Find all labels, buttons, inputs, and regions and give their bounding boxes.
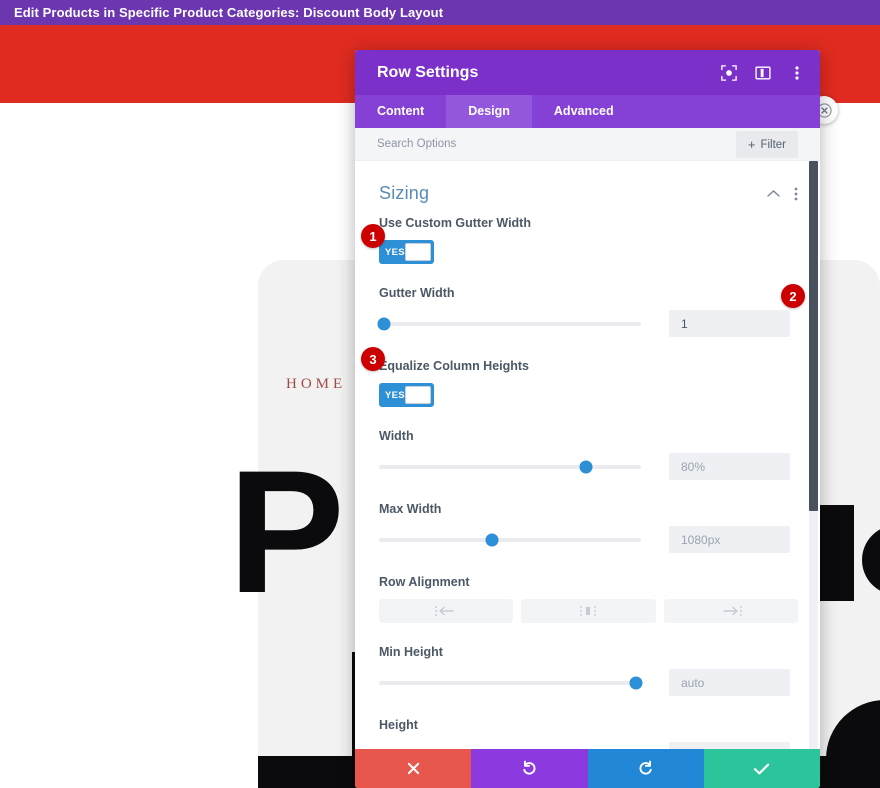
toggle-knob	[405, 243, 431, 261]
modal-scrollbar-thumb[interactable]	[809, 161, 818, 511]
tab-content[interactable]: Content	[355, 95, 446, 128]
admin-bar-title: Edit Products in Specific Product Catego…	[14, 5, 444, 20]
section-title: Sizing	[379, 183, 430, 203]
admin-bar: Edit Products in Specific Product Catego…	[0, 0, 880, 25]
toggle-state-label: YES	[385, 246, 405, 258]
width-input[interactable]: 80%	[669, 453, 790, 480]
field-gutter-width: Gutter Width 1	[355, 286, 820, 337]
chevron-up-icon[interactable]	[767, 189, 780, 198]
field-row-alignment: Row Alignment	[355, 575, 820, 623]
row-align-center-button[interactable]	[521, 599, 656, 623]
filter-button[interactable]: + Filter	[735, 131, 798, 158]
field-min-height: Min Height auto	[355, 645, 820, 696]
redo-icon	[639, 760, 652, 775]
field-height: Height auto	[355, 718, 820, 749]
tab-design[interactable]: Design	[446, 95, 532, 128]
gutter-width-slider[interactable]	[377, 314, 641, 334]
max-width-input[interactable]: 1080px	[669, 526, 790, 553]
focus-icon[interactable]	[720, 64, 738, 82]
field-equalize-column-heights: Equalize Column Heights YES	[355, 359, 820, 407]
cancel-button[interactable]	[355, 749, 472, 788]
align-center-icon	[580, 606, 597, 616]
min-height-slider[interactable]	[379, 673, 643, 693]
field-max-width: Max Width 1080px	[355, 502, 820, 553]
field-label: Equalize Column Heights	[379, 359, 530, 373]
row-align-right-button[interactable]	[663, 599, 798, 623]
layout-panel-icon[interactable]	[754, 64, 772, 82]
undo-button[interactable]	[471, 749, 588, 788]
row-align-left-button[interactable]	[379, 599, 514, 623]
gutter-width-input[interactable]: 1	[669, 310, 790, 337]
width-slider[interactable]	[379, 457, 641, 477]
modal-tabs: Content Design Advanced	[355, 95, 820, 128]
field-label: Use Custom Gutter Width	[379, 216, 531, 230]
field-label: Width	[379, 429, 414, 443]
toggle-state-label: YES	[385, 389, 405, 401]
plus-icon: +	[747, 137, 756, 152]
row-settings-modal: Row Settings Content Design Advanced Sea…	[355, 50, 820, 788]
section-sizing-header: Sizing	[355, 161, 820, 216]
annotation-badge-2: 2	[781, 284, 805, 308]
annotation-badge-3: 3	[361, 347, 385, 371]
filter-button-label: Filter	[760, 138, 786, 151]
field-label: Row Alignment	[379, 575, 470, 589]
undo-icon	[523, 760, 536, 775]
save-button[interactable]	[703, 749, 820, 788]
site-nav-home-link[interactable]: HOME	[286, 376, 346, 393]
check-icon	[754, 763, 770, 774]
modal-header: Row Settings	[355, 50, 820, 95]
field-label: Height	[379, 718, 418, 732]
tab-advanced[interactable]: Advanced	[532, 95, 636, 128]
align-left-icon	[435, 606, 454, 616]
field-use-custom-gutter-width: Use Custom Gutter Width YES	[355, 216, 820, 264]
field-width: Width 80%	[355, 429, 820, 480]
section-more-vertical-icon[interactable]	[794, 187, 798, 201]
annotation-badge-1: 1	[361, 224, 385, 248]
field-label: Gutter Width	[379, 286, 455, 300]
close-icon	[407, 762, 419, 775]
more-vertical-icon[interactable]	[788, 64, 806, 82]
height-input[interactable]: auto	[669, 742, 790, 749]
toggle-knob	[405, 386, 431, 404]
modal-header-icons	[720, 64, 806, 82]
height-slider[interactable]	[379, 746, 641, 750]
modal-title: Row Settings	[377, 63, 479, 81]
use-custom-gutter-width-toggle[interactable]: YES	[379, 240, 434, 264]
search-options-row: Search Options + Filter	[355, 128, 820, 161]
redo-button[interactable]	[587, 749, 704, 788]
modal-footer	[355, 749, 820, 788]
modal-body: Sizing Use Custom Gutter Width YES Gutte…	[355, 161, 820, 749]
min-height-input[interactable]: auto	[669, 669, 790, 696]
field-label: Max Width	[379, 502, 442, 516]
align-right-icon	[723, 606, 742, 616]
max-width-slider[interactable]	[379, 530, 641, 550]
site-headline-letter: P	[228, 435, 345, 630]
site-decor-bar	[820, 505, 854, 601]
screen: HOME P Edit Products in Specific Product…	[0, 0, 880, 788]
equalize-column-heights-toggle[interactable]: YES	[379, 383, 434, 407]
field-label: Min Height	[379, 645, 443, 659]
